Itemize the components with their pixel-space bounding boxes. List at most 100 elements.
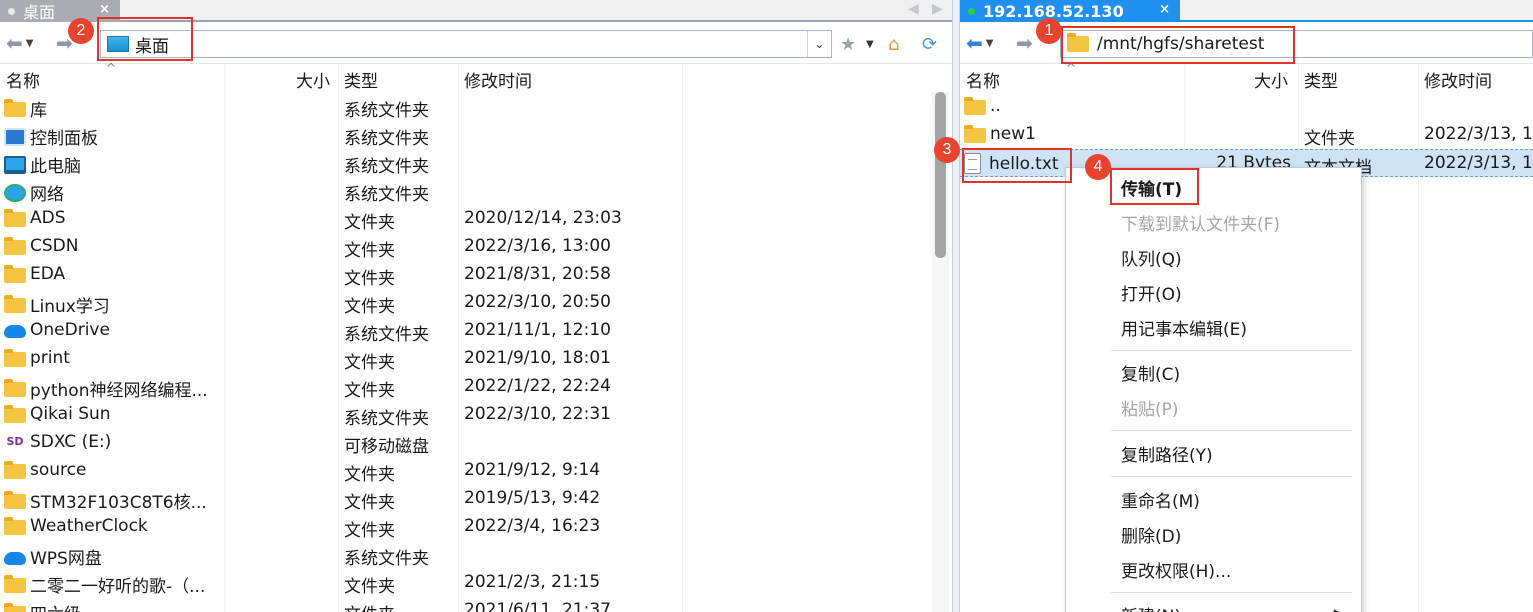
file-name: Qikai Sun bbox=[30, 404, 111, 424]
file-row[interactable]: Linux学习 文件夹 2022/3/10, 20:50 bbox=[0, 289, 952, 317]
context-menu: 传输(T) 下载到默认文件夹(F) 队列(Q) 打开(O) 用记事本编辑(E) 复制(C)… bbox=[1065, 167, 1362, 612]
tab-label: 192.168.52.130 bbox=[983, 1, 1124, 21]
file-type-cell: 可移动磁盘 bbox=[344, 437, 429, 457]
menu-item-10[interactable]: 更改权限(H)... bbox=[1121, 555, 1231, 583]
folder-icon bbox=[4, 295, 26, 313]
tab-scroll-left-icon[interactable]: ◀ bbox=[908, 1, 919, 17]
file-name: source bbox=[30, 460, 87, 480]
tab-status-dot bbox=[8, 7, 15, 15]
file-row[interactable]: 二零二一好听的歌-（... 文件夹 2021/2/3, 21:15 bbox=[0, 569, 952, 597]
file-name: 四六级 bbox=[30, 600, 81, 612]
file-modified-cell: 2022/3/4, 16:23 bbox=[464, 516, 601, 536]
tab-label: 桌面 bbox=[23, 3, 56, 22]
col-modified[interactable]: 修改时间 bbox=[1424, 67, 1492, 92]
file-row[interactable]: 此电脑 系统文件夹 bbox=[0, 149, 952, 177]
back-button[interactable]: ⬅ ▼ bbox=[6, 31, 33, 55]
file-type-cell: 文件夹 bbox=[344, 213, 395, 233]
file-row[interactable]: Qikai Sun 系统文件夹 2022/3/10, 22:31 bbox=[0, 401, 952, 429]
chevron-down-icon[interactable]: ▼ bbox=[866, 39, 874, 50]
file-name-cell: CSDN bbox=[4, 236, 78, 256]
tab-remote-host[interactable]: 192.168.52.130 × bbox=[960, 0, 1180, 22]
tab-scroll-right-icon[interactable]: ▶ bbox=[932, 1, 943, 17]
file-name-cell: .. bbox=[964, 96, 1001, 116]
refresh-icon[interactable]: ⟳ bbox=[922, 34, 937, 55]
local-scrollbar[interactable] bbox=[932, 92, 949, 612]
file-type-cell: 文件夹 bbox=[344, 465, 395, 485]
file-name: ADS bbox=[30, 208, 66, 228]
left-column-headers: 名称 ^ 大小 类型 修改时间 bbox=[0, 61, 952, 92]
tab-close-icon[interactable]: × bbox=[1159, 2, 1170, 17]
file-row[interactable]: EDA 文件夹 2021/8/31, 20:58 bbox=[0, 261, 952, 289]
cloud-icon bbox=[4, 551, 26, 565]
file-type-cell: 文件夹 bbox=[344, 353, 395, 373]
file-row[interactable]: ADS 文件夹 2020/12/14, 23:03 bbox=[0, 205, 952, 233]
pane-splitter[interactable] bbox=[952, 0, 960, 612]
file-name-cell: 四六级 bbox=[4, 600, 81, 612]
menu-separator bbox=[1111, 350, 1352, 351]
col-type[interactable]: 类型 bbox=[344, 67, 378, 92]
file-name: print bbox=[30, 348, 70, 368]
file-name-cell: EDA bbox=[4, 264, 65, 284]
forward-arrow-icon: ➡ bbox=[1016, 31, 1033, 55]
file-row[interactable]: print 文件夹 2021/9/10, 18:01 bbox=[0, 345, 952, 373]
forward-button[interactable]: ➡ bbox=[1016, 31, 1033, 55]
menu-item-5[interactable]: 复制(C) bbox=[1121, 358, 1180, 386]
file-row[interactable]: python神经网络编程... 文件夹 2022/1/22, 22:24 bbox=[0, 373, 952, 401]
col-name[interactable]: 名称 bbox=[6, 67, 40, 92]
file-row[interactable]: WPS网盘 系统文件夹 bbox=[0, 541, 952, 569]
col-type[interactable]: 类型 bbox=[1304, 67, 1338, 92]
file-name: python神经网络编程... bbox=[30, 381, 208, 401]
file-name: WeatherClock bbox=[30, 516, 148, 536]
file-name-cell: 此电脑 bbox=[4, 152, 81, 177]
file-type-cell: 文件夹 bbox=[344, 600, 395, 612]
file-row[interactable]: 控制面板 系统文件夹 bbox=[0, 121, 952, 149]
menu-item-11[interactable]: 新建(N) bbox=[1121, 600, 1181, 612]
callout-remote-path bbox=[1061, 26, 1295, 64]
file-row[interactable]: 库 系统文件夹 bbox=[0, 93, 952, 121]
menu-item-7[interactable]: 复制路径(Y) bbox=[1121, 439, 1213, 467]
file-row[interactable]: STM32F103C8T6核... 文件夹 2019/5/13, 9:42 bbox=[0, 485, 952, 513]
file-row[interactable]: new1 文件夹 2022/3/13, 1 bbox=[960, 121, 1533, 149]
file-name: 库 bbox=[30, 101, 47, 121]
col-size[interactable]: 大小 bbox=[296, 67, 330, 92]
menu-item-9[interactable]: 删除(D) bbox=[1121, 520, 1181, 548]
file-row[interactable]: WeatherClock 文件夹 2022/3/4, 16:23 bbox=[0, 513, 952, 541]
file-name-cell: 库 bbox=[4, 96, 47, 121]
file-type-cell: 系统文件夹 bbox=[344, 409, 429, 429]
menu-item-8[interactable]: 重命名(M) bbox=[1121, 485, 1200, 513]
submenu-arrow-icon: ▶ bbox=[1334, 606, 1343, 612]
file-row[interactable]: source 文件夹 2021/9/12, 9:14 bbox=[0, 457, 952, 485]
folder-icon bbox=[4, 208, 26, 227]
folder-icon bbox=[964, 124, 986, 143]
folder-icon bbox=[4, 348, 26, 367]
file-row[interactable]: OneDrive 系统文件夹 2021/11/1, 12:10 bbox=[0, 317, 952, 345]
tab-close-icon[interactable]: × bbox=[99, 2, 110, 17]
back-arrow-icon: ⬅ bbox=[966, 31, 983, 55]
menu-item-2[interactable]: 队列(Q) bbox=[1121, 243, 1182, 271]
home-icon[interactable]: ⌂ bbox=[888, 34, 899, 55]
menu-item-3[interactable]: 打开(O) bbox=[1121, 278, 1182, 306]
file-name-cell: 控制面板 bbox=[4, 124, 98, 149]
file-row[interactable]: SD SDXC (E:) 可移动磁盘 bbox=[0, 429, 952, 457]
file-modified-cell: 2022/3/13, 1 bbox=[1424, 153, 1533, 173]
back-button[interactable]: ⬅ ▼ bbox=[966, 31, 993, 55]
file-name: EDA bbox=[30, 264, 66, 284]
file-modified-cell: 2019/5/13, 9:42 bbox=[464, 488, 601, 508]
scroll-thumb[interactable] bbox=[935, 92, 946, 258]
file-name-cell: 二零二一好听的歌-（... bbox=[4, 572, 205, 597]
star-icon[interactable]: ★ bbox=[840, 34, 856, 55]
address-dropdown-icon[interactable]: ⌄ bbox=[807, 31, 831, 57]
file-modified-cell: 2021/11/1, 12:10 bbox=[464, 320, 611, 340]
menu-item-4[interactable]: 用记事本编辑(E) bbox=[1121, 313, 1247, 341]
col-modified[interactable]: 修改时间 bbox=[464, 67, 532, 92]
file-modified-cell: 2022/3/10, 20:50 bbox=[464, 292, 611, 312]
col-size[interactable]: 大小 bbox=[1254, 67, 1288, 92]
local-address-bar[interactable]: 桌面 ⌄ bbox=[100, 30, 832, 58]
file-row[interactable]: 网络 系统文件夹 bbox=[0, 177, 952, 205]
file-row[interactable]: 四六级 文件夹 2021/6/11, 21:37 bbox=[0, 597, 952, 612]
file-row[interactable]: .. bbox=[960, 93, 1533, 121]
network-icon bbox=[4, 183, 26, 202]
col-name[interactable]: 名称 bbox=[966, 67, 1000, 92]
file-row[interactable]: CSDN 文件夹 2022/3/16, 13:00 bbox=[0, 233, 952, 261]
folder-icon bbox=[4, 516, 26, 535]
